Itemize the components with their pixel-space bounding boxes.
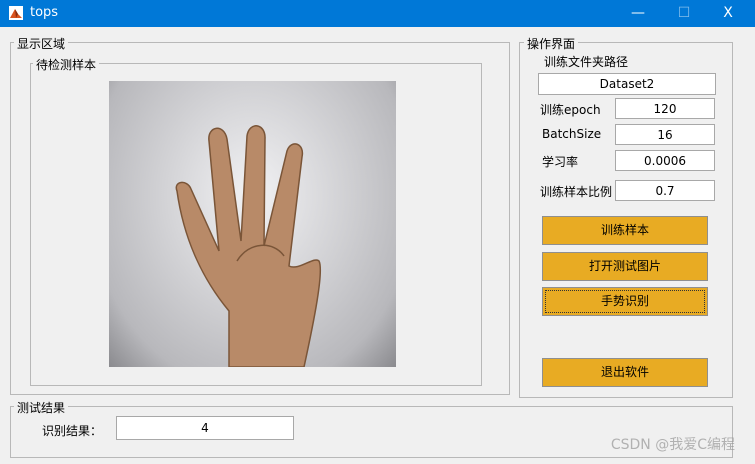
- title-bar: tops — ☐ X: [0, 0, 755, 27]
- result-output: 4: [116, 416, 294, 440]
- batchsize-label: BatchSize: [542, 127, 602, 141]
- result-label: 识别结果：: [42, 424, 103, 438]
- train-ratio-input[interactable]: 0.7: [615, 180, 715, 201]
- maximize-button[interactable]: ☐: [664, 2, 704, 24]
- path-input[interactable]: Dataset2: [538, 73, 716, 95]
- path-label: 训练文件夹路径: [544, 55, 629, 69]
- gesture-recognize-button[interactable]: 手势识别: [542, 287, 708, 316]
- watermark: CSDN @我爱C编程: [610, 437, 735, 453]
- train-button[interactable]: 训练样本: [542, 216, 708, 245]
- matlab-logo-icon: [9, 6, 23, 20]
- epoch-input[interactable]: 120: [615, 98, 715, 119]
- window-title: tops: [30, 5, 59, 20]
- learning-rate-input[interactable]: 0.0006: [615, 150, 715, 171]
- epoch-label: 训练epoch: [540, 103, 601, 117]
- minimize-button[interactable]: —: [618, 2, 658, 24]
- control-panel-title: 操作界面: [524, 35, 579, 52]
- sample-panel-title: 待检测样本: [33, 56, 100, 73]
- open-test-image-button[interactable]: 打开测试图片: [542, 252, 708, 281]
- batchsize-input[interactable]: 16: [615, 124, 715, 145]
- close-button[interactable]: X: [708, 2, 748, 24]
- sample-image: [109, 81, 396, 368]
- exit-button[interactable]: 退出软件: [542, 358, 708, 387]
- display-panel-title: 显示区域: [14, 35, 69, 52]
- result-panel-title: 测试结果: [14, 399, 69, 416]
- learning-rate-label: 学习率: [542, 155, 579, 169]
- train-ratio-label: 训练样本比例: [540, 185, 613, 199]
